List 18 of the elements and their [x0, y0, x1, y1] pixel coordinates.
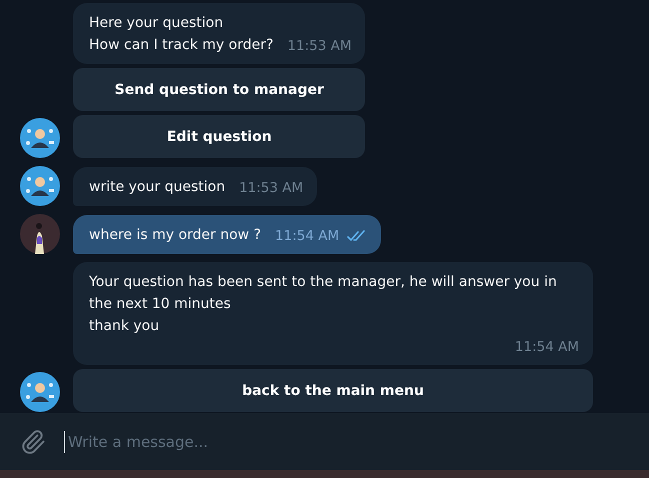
bot-avatar [20, 372, 60, 412]
keyboard-button[interactable]: back to the main menu [73, 369, 593, 412]
keyboard-button[interactable]: Edit question [73, 115, 366, 158]
message-time: 11:54 AM [275, 227, 340, 246]
message-composer[interactable]: Write a message... [0, 413, 649, 470]
message-input[interactable]: Write a message... [64, 430, 629, 452]
message-time: 11:54 AM [514, 338, 579, 357]
message-text: write your question [89, 178, 226, 197]
bot-avatar [20, 166, 60, 206]
message-time: 11:53 AM [239, 179, 304, 198]
message-text: Here your question How can I track my order? [89, 14, 274, 55]
message-text: Your question has been sent to the manager, he will answer you in the next 10 minutes thank you [89, 273, 558, 336]
double-check-icon [347, 230, 368, 242]
message-text: where is my order now ? [89, 226, 262, 245]
keyboard-button[interactable]: Send question to manager [73, 68, 366, 111]
attach-icon[interactable] [20, 428, 46, 454]
bot-avatar [20, 118, 60, 158]
message-time: 11:53 AM [287, 37, 352, 56]
